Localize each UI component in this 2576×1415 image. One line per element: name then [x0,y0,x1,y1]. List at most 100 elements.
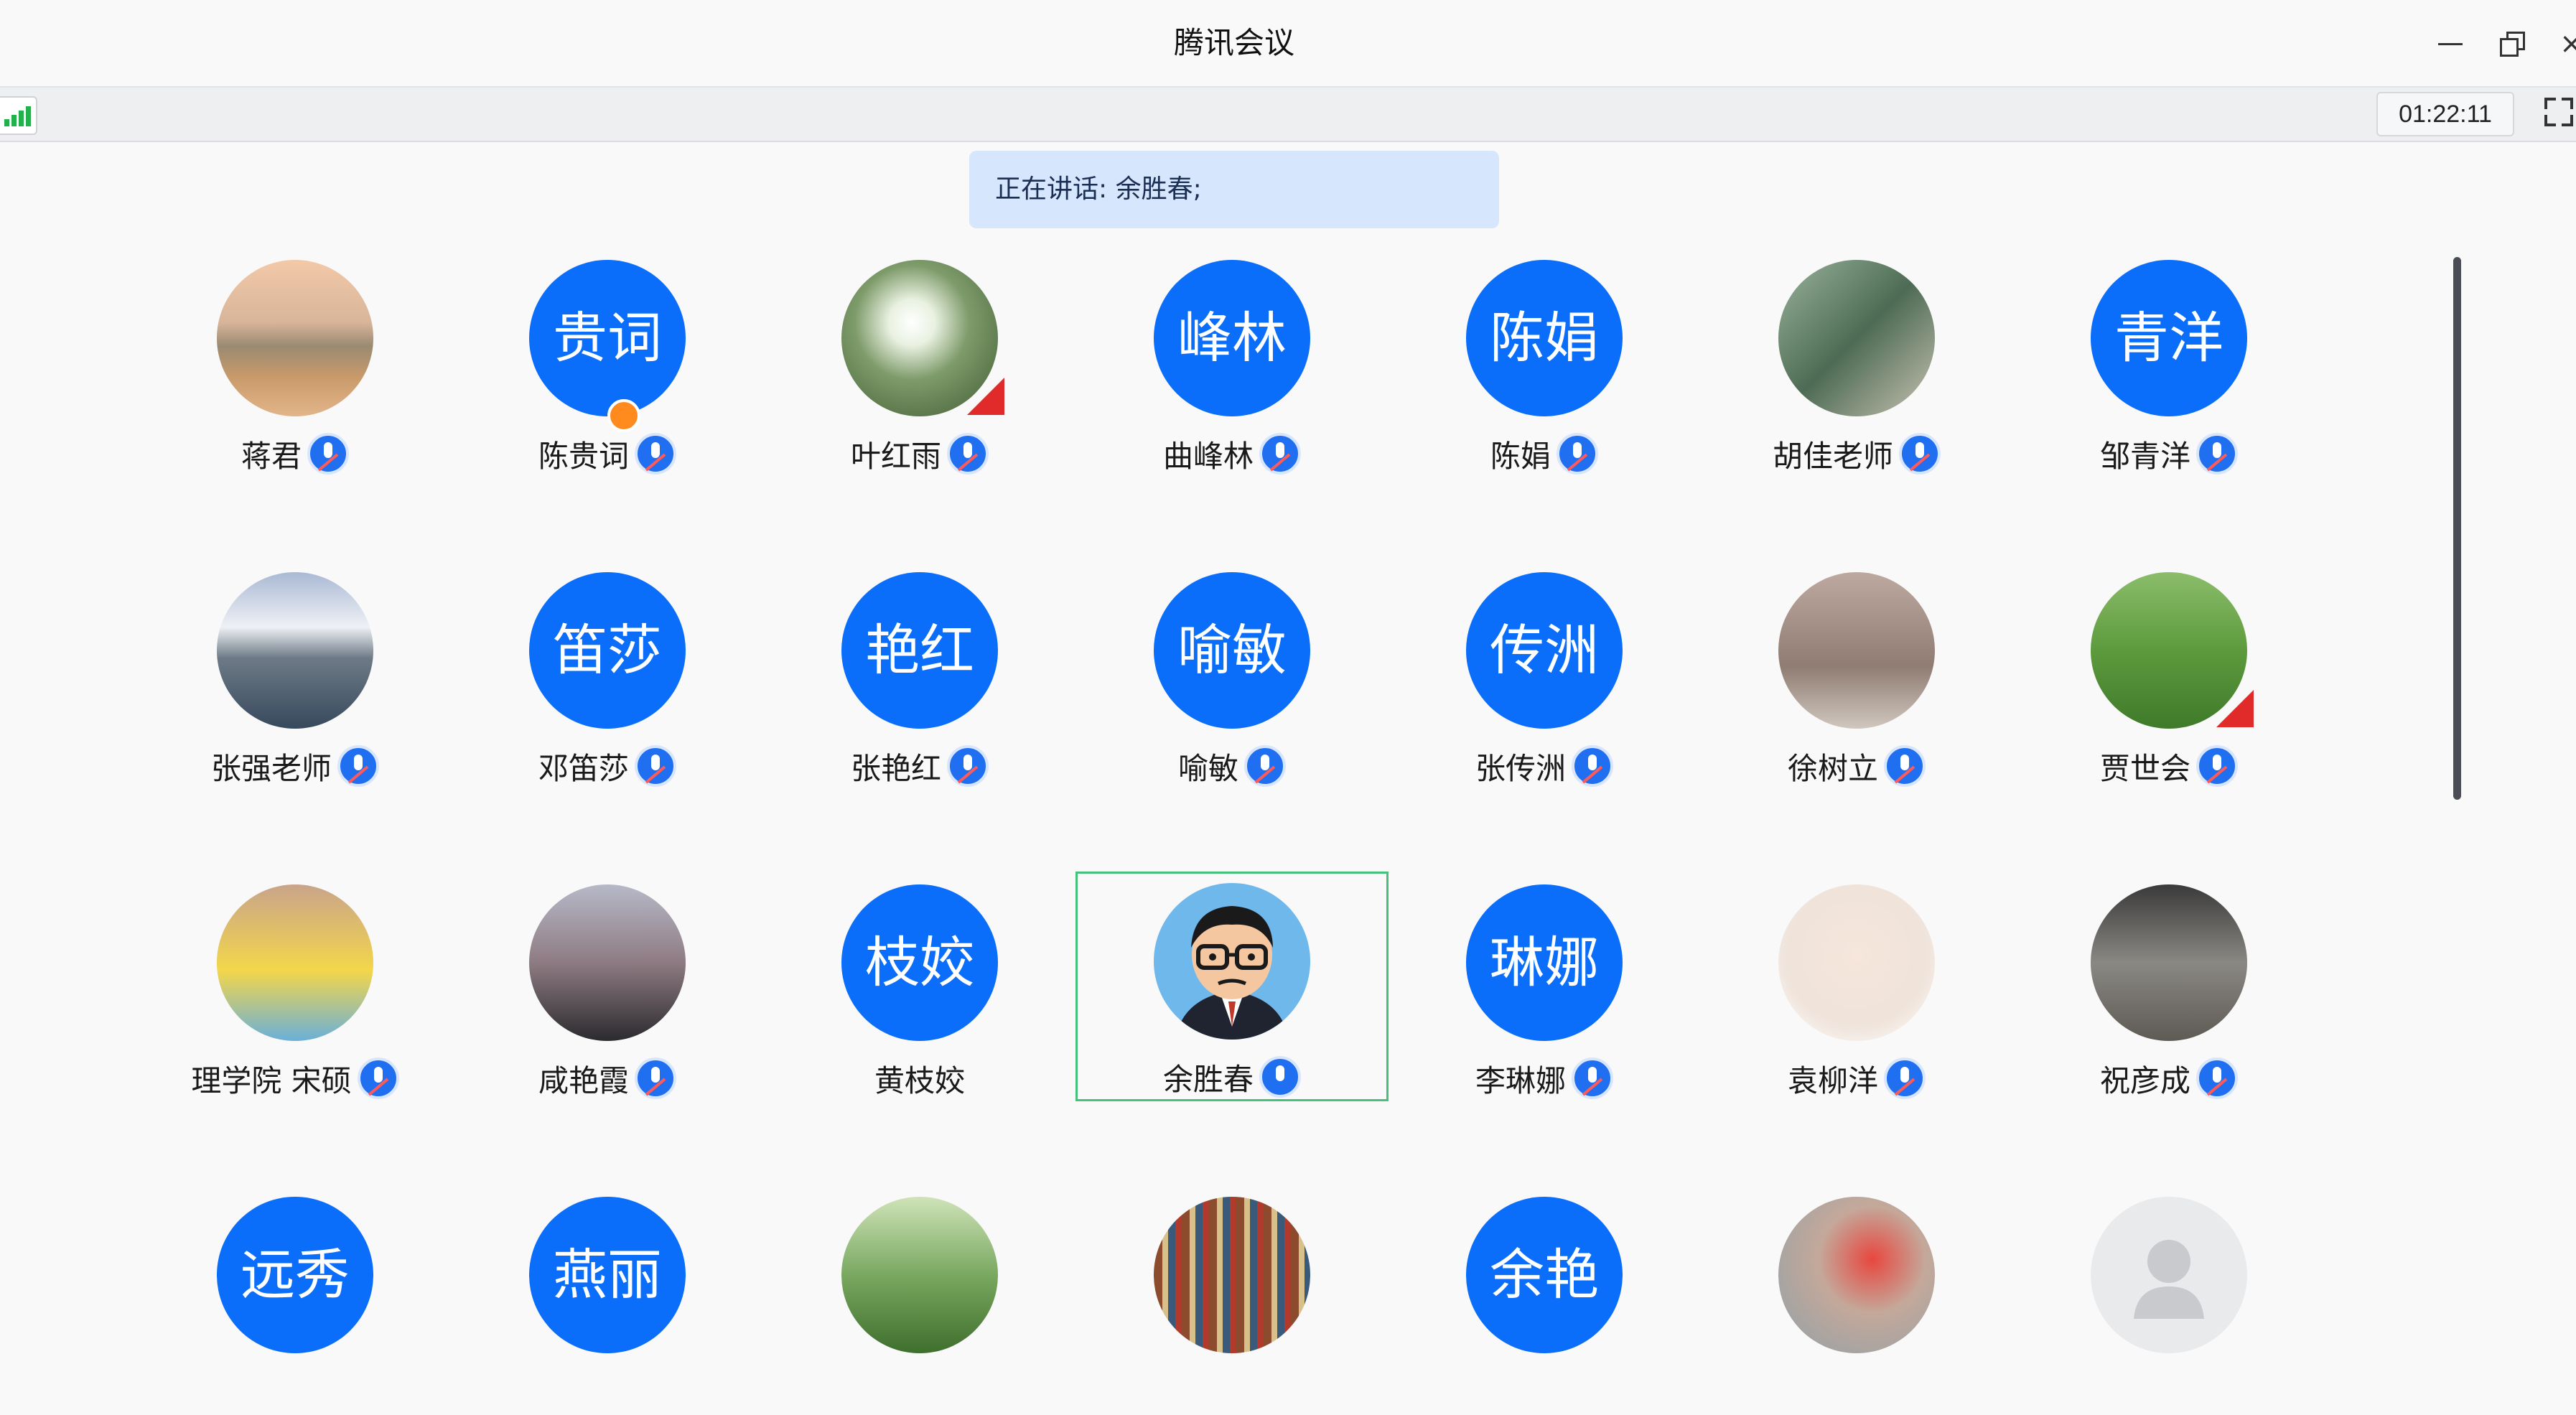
participant-tile[interactable]: 理学院 宋硕 [139,873,452,1103]
close-icon[interactable]: × [2559,27,2576,60]
avatar-initials: 远秀 [217,1197,373,1353]
avatar-photo [1778,1197,1935,1353]
participant-tile[interactable]: 余胜春 [1075,872,1389,1101]
microphone-muted-icon[interactable] [1572,745,1613,787]
microphone-muted-icon[interactable] [947,745,989,787]
participant-name-row: 余胜春 [1078,1056,1386,1098]
participant-name: 曲峰林 [1162,438,1254,474]
microphone-muted-icon[interactable] [635,1057,676,1099]
title-bar: 腾讯会议 × [0,0,2576,88]
participant-name-row: 喻敏 [1075,745,1389,787]
participant-name: 李琳娜 [1475,1063,1566,1098]
participant-tile[interactable]: 叶红雨 [763,248,1076,478]
participant-tile[interactable] [763,1185,1076,1415]
microphone-muted-icon[interactable] [307,433,349,475]
microphone-muted-icon[interactable] [357,1057,399,1099]
microphone-muted-icon[interactable] [635,745,676,787]
host-icon [607,399,640,432]
avatar-placeholder [2091,1197,2247,1353]
participant-name: 胡佳老师 [1772,438,1893,474]
participant-tile[interactable]: 胡佳老师 [1700,248,2013,478]
avatar-photo [217,260,373,416]
participant-tile[interactable]: 枝姣 黄枝姣 [763,873,1076,1103]
participant-name: 袁柳洋 [1787,1063,1878,1098]
participant-tile[interactable]: 蒋君 [139,248,452,478]
minimize-icon[interactable] [2434,27,2467,60]
avatar-initials: 笛莎 [529,572,686,729]
participant-name: 张艳红 [850,750,941,786]
participant-tile[interactable]: 峰林曲峰林 [1075,248,1389,478]
microphone-muted-icon[interactable] [2196,433,2238,475]
participant-name-row: 祝彦成 [2012,1057,2325,1099]
restore-icon[interactable] [2495,27,2528,60]
microphone-muted-icon[interactable] [2196,1057,2238,1099]
participant-tile[interactable] [1075,1185,1389,1415]
participant-name: 邓笛莎 [538,750,629,786]
participant-tile[interactable]: 袁柳洋 [1700,873,2013,1103]
participant-tile[interactable]: 笛莎邓笛莎 [451,561,764,790]
avatar-photo [841,1197,998,1353]
speaking-text: 正在讲话: 余胜春; [995,174,1202,204]
participant-name-row: 徐树立 [1700,745,2013,787]
avatar-photo [2091,884,2247,1041]
avatar-initials: 燕丽 [529,1197,686,1353]
microphone-muted-icon[interactable] [1244,745,1286,787]
avatar-initials: 余艳 [1466,1197,1623,1353]
avatar-initials: 喻敏 [1154,572,1310,729]
participant-name: 余胜春 [1162,1061,1254,1097]
microphone-muted-icon[interactable] [947,433,989,475]
participant-tile[interactable]: 咸艳霞 [451,873,764,1103]
participant-tile[interactable]: 陈娟 陈娟 [1388,248,1701,478]
microphone-muted-icon[interactable] [1899,433,1941,475]
participant-tile[interactable] [1700,1185,2013,1415]
participant-name: 张传洲 [1475,750,1566,786]
scrollbar[interactable] [2453,257,2461,800]
participant-name-row: 张艳红 [763,745,1076,787]
participant-tile[interactable]: 贾世会 [2012,561,2325,790]
avatar-initials: 陈娟 [1466,260,1623,416]
avatar-cartoon [1154,883,1310,1040]
participant-tile[interactable]: 青洋 邹青洋 [2012,248,2325,478]
microphone-muted-icon[interactable] [1557,433,1598,475]
participant-tile[interactable]: 燕丽 [451,1185,764,1415]
microphone-icon[interactable] [1259,1056,1301,1098]
avatar-photo [217,572,373,729]
participant-tile[interactable]: 艳红张艳红 [763,561,1076,790]
participant-name: 理学院 宋硕 [191,1063,352,1098]
participant-name: 陈娟 [1490,438,1551,474]
participant-tile[interactable]: 传洲 张传洲 [1388,561,1701,790]
microphone-muted-icon[interactable] [1259,433,1301,475]
participant-name: 陈贵词 [538,438,629,474]
participant-tile[interactable]: 祝彦成 [2012,873,2325,1103]
participant-tile[interactable]: 琳娜 李琳娜 [1388,873,1701,1103]
participant-name: 张强老师 [210,750,332,786]
meeting-toolbar [0,88,2576,142]
participant-tile[interactable] [2012,1185,2325,1415]
participant-name: 邹青洋 [2099,438,2190,474]
participant-name: 喻敏 [1177,750,1238,786]
microphone-muted-icon[interactable] [635,433,676,475]
participant-name-row: 蒋君 [139,433,452,475]
participant-tile[interactable]: 远秀 [139,1185,452,1415]
meeting-timer: 01:22:11 [2376,92,2514,136]
microphone-muted-icon[interactable] [1884,745,1926,787]
microphone-muted-icon[interactable] [2196,745,2238,787]
microphone-muted-icon[interactable] [1572,1057,1613,1099]
participant-name-row: 袁柳洋 [1700,1057,2013,1099]
participant-tile[interactable]: 余艳 [1388,1185,1701,1415]
participant-tile[interactable]: 喻敏 喻敏 [1075,561,1389,790]
avatar-initials: 艳红 [841,572,998,729]
microphone-muted-icon[interactable] [337,745,379,787]
participant-tile[interactable]: 徐树立 [1700,561,2013,790]
participant-name-row: 陈贵词 [451,433,764,475]
participant-name-row: 叶红雨 [763,433,1076,475]
signal-strength-icon[interactable] [0,96,37,135]
avatar-photo [1778,884,1935,1041]
participant-tile[interactable]: 张强老师 [139,561,452,790]
fullscreen-icon[interactable] [2543,96,2575,128]
participant-name-row: 胡佳老师 [1700,433,2013,475]
participant-tile[interactable]: 贵词 陈贵词 [451,248,764,478]
microphone-muted-icon[interactable] [1884,1057,1926,1099]
participant-name-row: 李琳娜 [1388,1057,1701,1099]
avatar-initials: 峰林 [1154,260,1310,416]
